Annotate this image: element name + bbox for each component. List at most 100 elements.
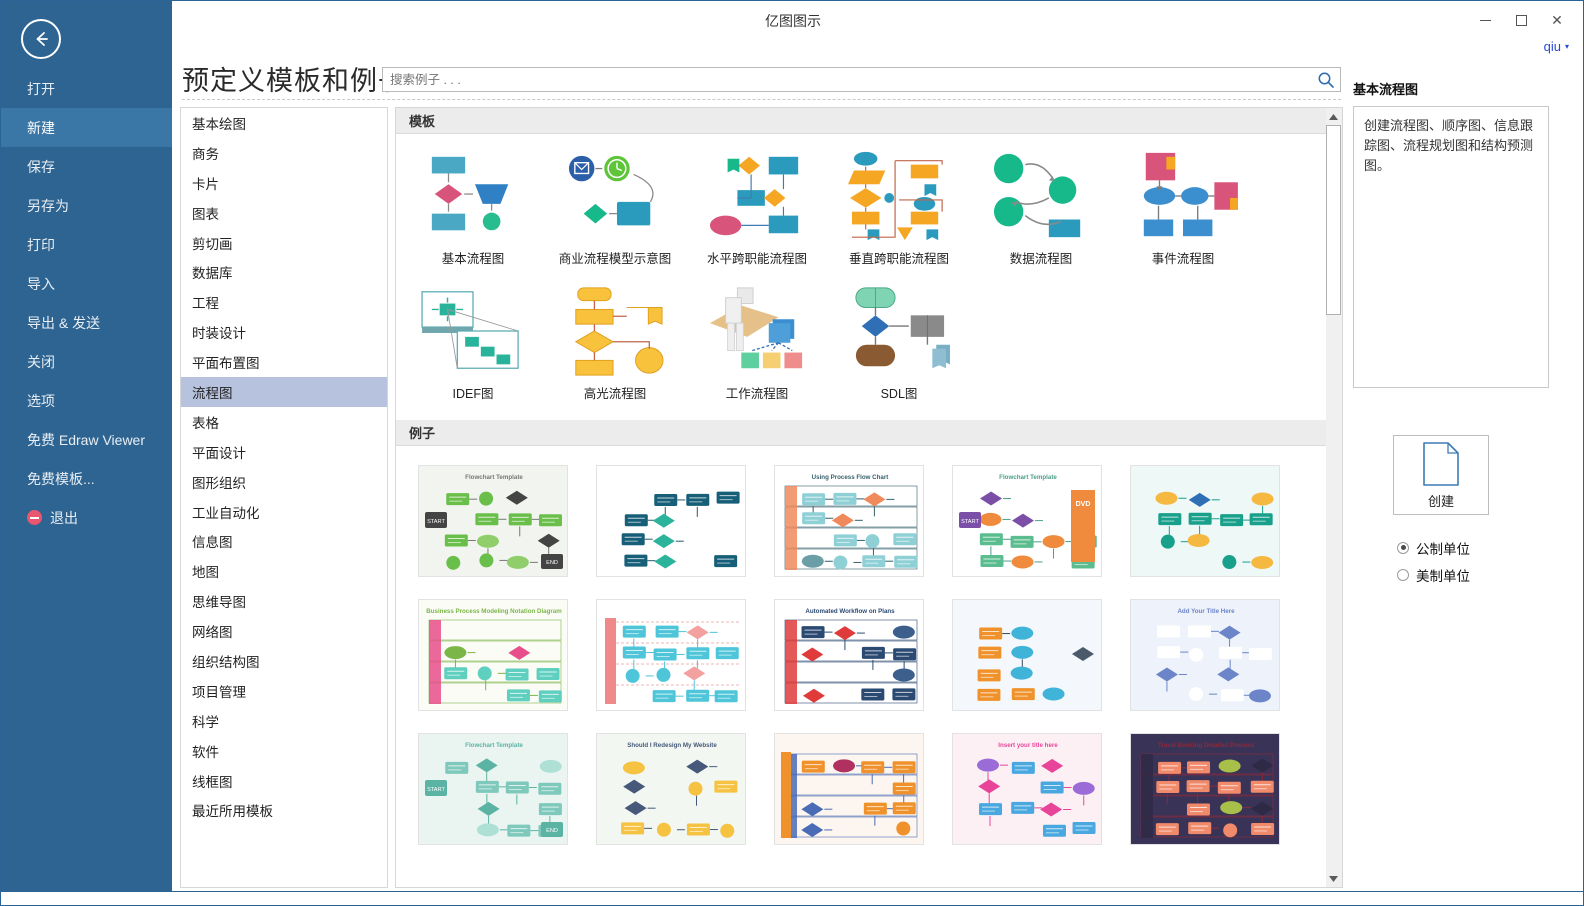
category-item-2[interactable]: 卡片 xyxy=(181,168,387,198)
category-item-7[interactable]: 时装设计 xyxy=(181,317,387,347)
search-icon[interactable] xyxy=(1317,71,1335,89)
example-card-14[interactable]: Travel Booking Detailed Process xyxy=(1116,722,1294,856)
backstage-sidebar: 打开新建保存另存为打印导入 导出 & 发送 关闭 选项 免费 Edraw Viewer 免… xyxy=(1,1,172,891)
cloud-roadmap-thumbnail: Add Your Title Here xyxy=(1130,599,1280,711)
svg-text:Using Process Flow Chart: Using Process Flow Chart xyxy=(812,474,889,481)
example-card-5[interactable]: Business Process Modeling Notation Diagr… xyxy=(404,588,582,722)
category-item-10[interactable]: 表格 xyxy=(181,407,387,437)
search-box[interactable] xyxy=(382,67,1341,92)
template-card-5[interactable]: 事件流程图 xyxy=(1112,146,1254,281)
template-card-6[interactable]: IDEF图 xyxy=(402,281,544,416)
example-card-1[interactable] xyxy=(582,454,760,588)
minimize-button[interactable] xyxy=(1467,7,1503,33)
category-item-5[interactable]: 数据库 xyxy=(181,257,387,287)
sidebar-item-10[interactable]: 免费模板... xyxy=(1,459,172,498)
sidebar-item-8[interactable]: 选项 xyxy=(1,381,172,420)
category-item-21[interactable]: 软件 xyxy=(181,736,387,766)
category-item-19[interactable]: 项目管理 xyxy=(181,676,387,706)
back-button[interactable] xyxy=(21,19,61,59)
sidebar-item-4[interactable]: 打印 xyxy=(1,225,172,264)
sidebar-item-label: 保存 xyxy=(27,158,55,175)
maximize-button[interactable] xyxy=(1503,7,1539,33)
category-item-0[interactable]: 基本绘图 xyxy=(181,108,387,138)
example-card-7[interactable]: Automated Workflow on Plans xyxy=(760,588,938,722)
dark-swimlane-workflow-thumbnail: Automated Workflow on Plans xyxy=(774,599,924,711)
sidebar-item-0[interactable]: 打开 xyxy=(1,69,172,108)
category-item-4[interactable]: 剪切画 xyxy=(181,228,387,258)
radio-icon[interactable] xyxy=(1397,541,1409,554)
sidebar-item-6[interactable]: 导出 & 发送 xyxy=(1,303,172,342)
category-item-label: 图表 xyxy=(192,206,219,222)
template-card-9[interactable]: SDL图 xyxy=(828,281,970,416)
search-input[interactable] xyxy=(383,68,1313,91)
sdl-thumbnail xyxy=(839,281,959,381)
maximize-icon xyxy=(1515,14,1527,26)
info-panel: 基本流程图 创建流程图、顺序图、信息跟踪图、流程规划图和结构预测图。 xyxy=(1353,79,1575,388)
window-bottom-border xyxy=(1,891,1583,905)
category-item-8[interactable]: 平面布置图 xyxy=(181,347,387,377)
category-item-17[interactable]: 网络图 xyxy=(181,616,387,646)
example-card-9[interactable]: Add Your Title Here xyxy=(1116,588,1294,722)
category-item-6[interactable]: 工程 xyxy=(181,287,387,317)
svg-text:START: START xyxy=(427,787,445,793)
orange-lane-bpmn-thumbnail xyxy=(774,733,924,845)
category-item-11[interactable]: 平面设计 xyxy=(181,437,387,467)
category-item-1[interactable]: 商务 xyxy=(181,138,387,168)
example-card-6[interactable] xyxy=(582,588,760,722)
category-item-3[interactable]: 图表 xyxy=(181,198,387,228)
example-card-0[interactable]: Flowchart Template START END xyxy=(404,454,582,588)
scroll-up-button[interactable] xyxy=(1326,108,1341,125)
category-item-14[interactable]: 信息图 xyxy=(181,526,387,556)
sidebar-item-label: 打开 xyxy=(27,80,55,97)
sidebar-item-2[interactable]: 保存 xyxy=(1,147,172,186)
category-item-9[interactable]: 流程图 xyxy=(181,377,387,407)
unit-radio-0[interactable]: 公制单位 xyxy=(1397,534,1470,561)
sidebar-item-7[interactable]: 关闭 xyxy=(1,342,172,381)
radio-icon[interactable] xyxy=(1397,568,1409,581)
category-item-label: 思维导图 xyxy=(192,595,246,611)
category-item-16[interactable]: 思维导图 xyxy=(181,586,387,616)
sidebar-item-3[interactable]: 另存为 xyxy=(1,186,172,225)
sidebar-item-label: 新建 xyxy=(27,119,55,136)
example-card-11[interactable]: Should I Redesign My Website xyxy=(582,722,760,856)
example-card-2[interactable]: Using Process Flow Chart xyxy=(760,454,938,588)
chevron-up-icon xyxy=(1329,113,1338,120)
category-item-22[interactable]: 线框图 xyxy=(181,766,387,796)
sidebar-item-label: 打印 xyxy=(27,236,55,253)
template-card-3[interactable]: 垂直跨职能流程图 xyxy=(828,146,970,281)
scroll-down-button[interactable] xyxy=(1326,870,1341,887)
example-card-10[interactable]: Flowchart Template START END xyxy=(404,722,582,856)
category-item-18[interactable]: 组织结构图 xyxy=(181,646,387,676)
category-item-20[interactable]: 科学 xyxy=(181,706,387,736)
example-card-13[interactable]: Insert your title here xyxy=(938,722,1116,856)
template-card-8[interactable]: 工作流程图 xyxy=(686,281,828,416)
category-item-label: 剪切画 xyxy=(192,236,233,252)
example-card-4[interactable] xyxy=(1116,454,1294,588)
category-item-12[interactable]: 图形组织 xyxy=(181,467,387,497)
category-item-15[interactable]: 地图 xyxy=(181,556,387,586)
category-item-label: 科学 xyxy=(192,714,219,730)
sidebar-item-11[interactable]: 退出 xyxy=(1,498,172,537)
template-card-4[interactable]: 数据流程图 xyxy=(970,146,1112,281)
category-item-23[interactable]: 最近所用模板 xyxy=(181,795,387,825)
unit-radio-1[interactable]: 美制单位 xyxy=(1397,561,1470,588)
svg-text:Automated Workflow on Plans: Automated Workflow on Plans xyxy=(805,608,895,615)
example-card-3[interactable]: Flowchart Template START DVD xyxy=(938,454,1116,588)
content-scrollbar[interactable] xyxy=(1326,107,1343,888)
sidebar-item-9[interactable]: 免费 Edraw Viewer xyxy=(1,420,172,459)
sidebar-item-1[interactable]: 新建 xyxy=(1,108,172,147)
category-item-13[interactable]: 工业自动化 xyxy=(181,497,387,527)
template-card-1[interactable]: 商业流程模型示意图 xyxy=(544,146,686,281)
example-card-12[interactable] xyxy=(760,722,938,856)
template-card-2[interactable]: 水平跨职能流程图 xyxy=(686,146,828,281)
template-card-7[interactable]: 高光流程图 xyxy=(544,281,686,416)
example-card-8[interactable] xyxy=(938,588,1116,722)
create-button-label: 创建 xyxy=(1427,493,1454,509)
account-menu[interactable]: qiu ▾ xyxy=(1544,39,1569,54)
template-card-0[interactable]: 基本流程图 xyxy=(402,146,544,281)
flowchart-template-green-thumbnail: Flowchart Template START END xyxy=(418,465,568,577)
close-button[interactable]: ✕ xyxy=(1539,7,1575,33)
create-button[interactable]: 创建 xyxy=(1393,435,1489,515)
sidebar-item-5[interactable]: 导入 xyxy=(1,264,172,303)
scrollbar-thumb[interactable] xyxy=(1326,125,1341,315)
